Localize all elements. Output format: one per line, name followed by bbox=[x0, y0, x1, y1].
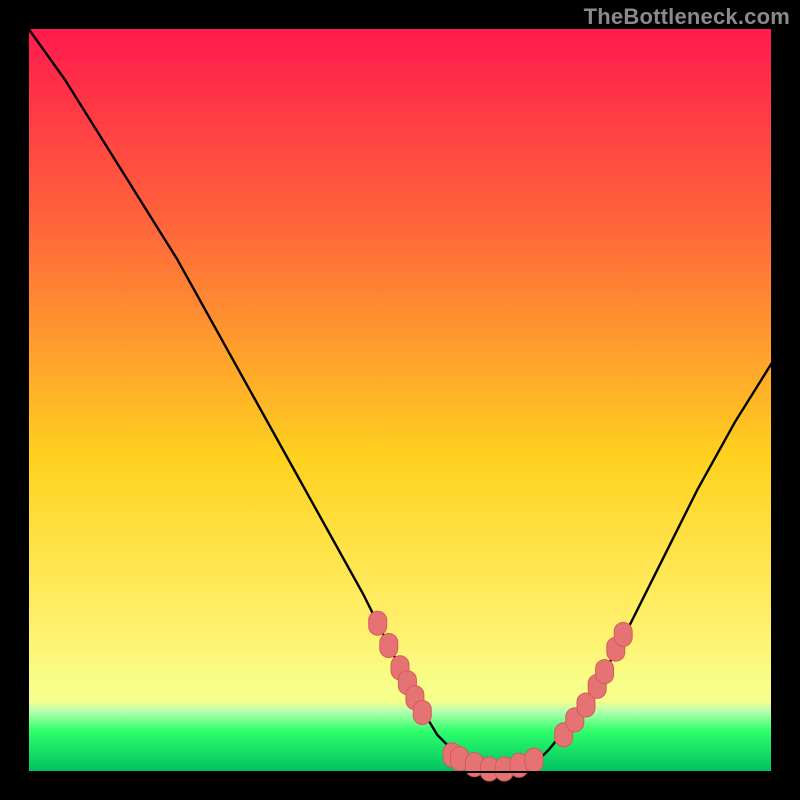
bottleneck-chart bbox=[0, 0, 800, 800]
chart-frame: TheBottleneck.com bbox=[0, 0, 800, 800]
marker-pill-floor bbox=[525, 748, 543, 772]
marker-pill-left bbox=[380, 634, 398, 658]
marker-pill-right bbox=[614, 622, 632, 646]
marker-pill-left bbox=[369, 611, 387, 635]
marker-pill-right bbox=[596, 660, 614, 684]
marker-pill-left bbox=[413, 701, 431, 725]
